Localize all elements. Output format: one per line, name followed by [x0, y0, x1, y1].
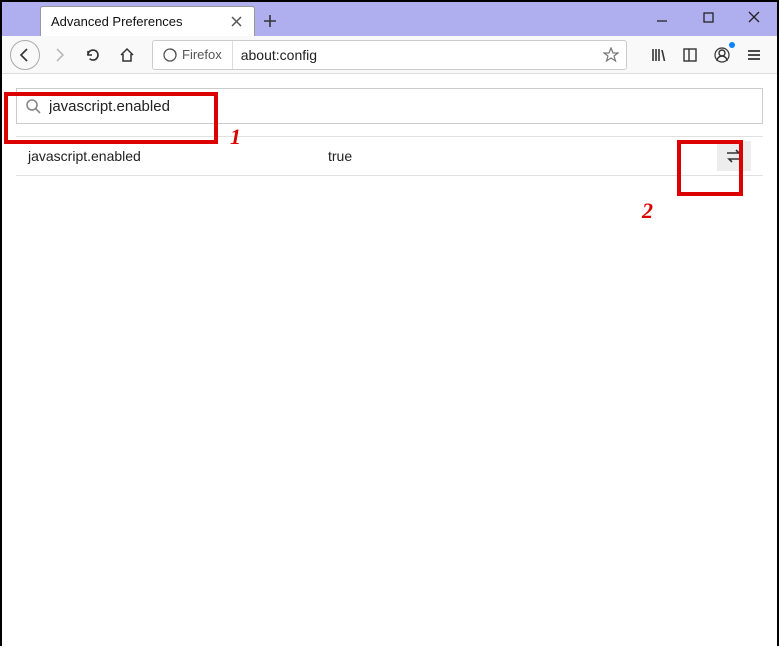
annotation-number-2: 2: [642, 198, 653, 224]
forward-arrow-icon: [51, 47, 67, 63]
close-tab-button[interactable]: [228, 14, 244, 30]
window-close-button[interactable]: [731, 2, 777, 32]
reload-button[interactable]: [78, 40, 108, 70]
account-button[interactable]: [707, 40, 737, 70]
home-icon: [119, 47, 135, 63]
app-menu-button[interactable]: [739, 40, 769, 70]
sidebar-icon: [682, 47, 698, 63]
minimize-icon: [656, 11, 668, 23]
toggle-pref-button[interactable]: [717, 141, 751, 171]
maximize-button[interactable]: [685, 2, 731, 32]
url-input[interactable]: [233, 47, 596, 63]
config-search-wrap: [16, 88, 763, 124]
hamburger-icon: [746, 47, 762, 63]
bookmark-star-button[interactable]: [596, 47, 626, 63]
config-search-box[interactable]: [16, 88, 763, 124]
sidebar-button[interactable]: [675, 40, 705, 70]
pref-name: javascript.enabled: [28, 148, 328, 164]
library-button[interactable]: [643, 40, 673, 70]
maximize-icon: [703, 12, 714, 23]
identity-box[interactable]: Firefox: [153, 41, 233, 69]
notification-dot-icon: [729, 42, 735, 48]
forward-button[interactable]: [44, 40, 74, 70]
reload-icon: [85, 47, 101, 63]
config-search-input[interactable]: [49, 98, 754, 115]
plus-icon: [263, 14, 277, 28]
nav-toolbar: Firefox: [2, 36, 777, 74]
window-titlebar: Advanced Preferences: [2, 2, 777, 36]
close-icon: [231, 16, 242, 27]
minimize-button[interactable]: [639, 2, 685, 32]
pref-row[interactable]: javascript.enabled true: [16, 136, 763, 176]
tab-strip: Advanced Preferences: [2, 2, 285, 36]
account-icon: [714, 47, 730, 63]
browser-tab-active[interactable]: Advanced Preferences: [40, 6, 255, 36]
search-icon: [25, 98, 41, 114]
firefox-logo-icon: [163, 48, 177, 62]
toggle-arrows-icon: [725, 149, 743, 163]
tab-title: Advanced Preferences: [51, 14, 220, 29]
about-config-content: javascript.enabled true 1 2: [2, 88, 777, 658]
library-icon: [650, 47, 666, 63]
window-controls: [639, 2, 777, 36]
back-button[interactable]: [10, 40, 40, 70]
toolbar-right: [643, 40, 769, 70]
pref-value: true: [328, 148, 717, 164]
back-arrow-icon: [17, 47, 33, 63]
star-icon: [603, 47, 619, 63]
home-button[interactable]: [112, 40, 142, 70]
new-tab-button[interactable]: [255, 6, 285, 36]
close-icon: [748, 11, 760, 23]
identity-label: Firefox: [182, 47, 222, 62]
url-bar[interactable]: Firefox: [152, 40, 627, 70]
